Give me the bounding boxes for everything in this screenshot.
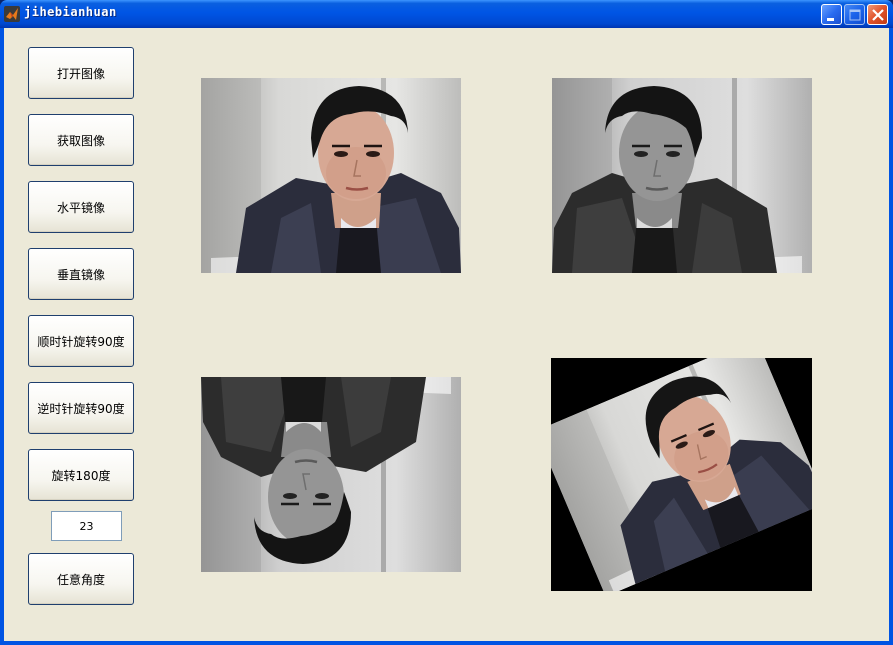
rotate-cw-90-button[interactable]: 顺时针旋转90度 — [28, 315, 134, 367]
horizontal-mirror-button[interactable]: 水平镜像 — [28, 181, 134, 233]
maximize-button[interactable] — [844, 4, 865, 25]
flipped-image-axes — [201, 377, 461, 572]
rotated-image-frame — [551, 358, 812, 591]
vertical-mirror-button[interactable]: 垂直镜像 — [28, 248, 134, 300]
rotate-ccw-90-button[interactable]: 逆时针旋转90度 — [28, 382, 134, 434]
close-button[interactable] — [867, 4, 888, 25]
app-window: jihebianhuan 打开图像 获取图像 水平镜像 垂直镜像 顺时针旋转90… — [0, 0, 893, 645]
maximize-icon — [849, 9, 861, 21]
figure-client-area: 打开图像 获取图像 水平镜像 垂直镜像 顺时针旋转90度 逆时针旋转90度 旋转… — [4, 28, 889, 641]
close-icon — [872, 9, 884, 21]
original-color-photo — [201, 78, 461, 273]
minimize-button[interactable] — [821, 4, 842, 25]
grayscale-flipped-photo — [201, 377, 461, 572]
open-image-button[interactable]: 打开图像 — [28, 47, 134, 99]
minimize-icon — [827, 18, 834, 21]
rotate-180-button[interactable]: 旋转180度 — [28, 449, 134, 501]
mirrored-image-axes — [552, 78, 812, 273]
window-title: jihebianhuan — [24, 5, 117, 19]
title-bar[interactable]: jihebianhuan — [0, 0, 893, 28]
matlab-icon — [4, 6, 20, 22]
angle-input[interactable]: 23 — [51, 511, 122, 541]
rotated-image-axes — [551, 358, 812, 591]
original-image-axes — [201, 78, 461, 273]
get-image-button[interactable]: 获取图像 — [28, 114, 134, 166]
grayscale-photo — [552, 78, 812, 273]
rotated-color-photo — [551, 358, 812, 591]
arbitrary-angle-button[interactable]: 任意角度 — [28, 553, 134, 605]
